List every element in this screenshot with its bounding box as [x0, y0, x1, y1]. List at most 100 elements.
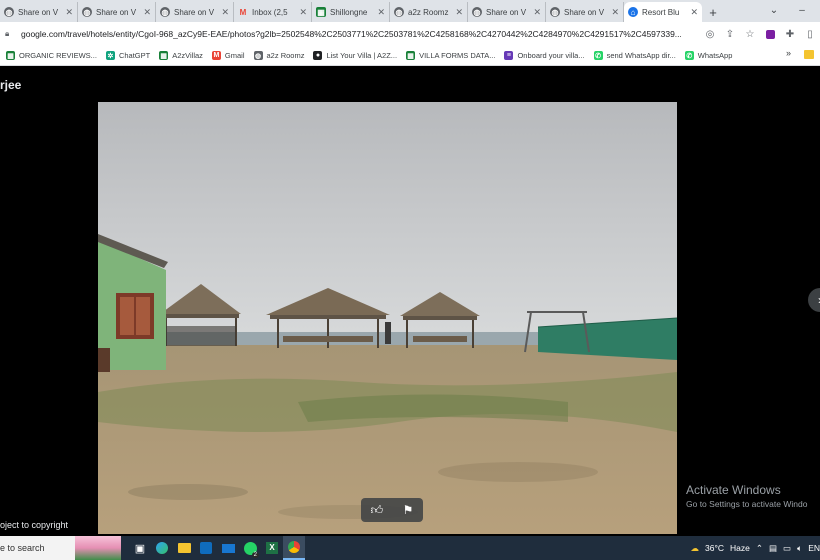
bookmark-item[interactable]: ≡ Onboard your villa... [504, 51, 585, 60]
mail-icon[interactable] [217, 536, 239, 560]
language-indicator[interactable]: EN [808, 543, 820, 553]
store-icon[interactable] [195, 536, 217, 560]
taskbar-search[interactable]: e to search [0, 536, 75, 560]
weather-icon[interactable]: ☁ [691, 543, 700, 554]
close-tab-icon[interactable]: ✕ [65, 7, 73, 18]
sheets-icon: ▦ [6, 51, 15, 60]
weather-temp[interactable]: 36°C [705, 543, 724, 553]
puzzle-icon[interactable]: ✚ [780, 26, 800, 42]
uploader-name: rjee [0, 78, 22, 92]
tab-6[interactable]: ◍ Share on V ✕ [468, 2, 546, 22]
tab-4[interactable]: ▦ Shillongne ✕ [312, 2, 390, 22]
copyright-notice: oject to copyright [0, 520, 69, 530]
tab-title: Shillongne [330, 7, 368, 17]
tab-5[interactable]: ◍ a2z Roomz ✕ [390, 2, 468, 22]
google-lens-icon[interactable]: ◎ [700, 26, 720, 42]
weather-desc[interactable]: Haze [730, 543, 750, 553]
search-highlight-image[interactable] [75, 536, 121, 560]
tab-8[interactable]: ⌂ Resort Blu ✕ [624, 2, 702, 22]
whatsapp-icon: ✆ [684, 51, 694, 60]
extension-icon[interactable] [760, 26, 780, 42]
whatsapp-icon: ✆ [593, 51, 603, 60]
activate-windows-subtitle: Go to Settings to activate Windo [686, 499, 808, 509]
bookmark-label: a2z Roomz [266, 51, 305, 60]
taskbar-search-text: e to search [0, 543, 45, 553]
thumbs-up-icon[interactable]: 👍︎ [371, 503, 384, 518]
bookmark-item[interactable]: ✆ WhatsApp [684, 51, 733, 60]
bookmark-label: send WhatsApp dir... [606, 51, 676, 60]
tab-0[interactable]: ◍ Share on V ✕ [0, 2, 78, 22]
globe-icon: ◍ [160, 7, 170, 17]
bookmark-item[interactable]: M Gmail [211, 51, 245, 60]
tab-search-icon[interactable]: ⌄ [766, 0, 782, 20]
tab-title: a2z Roomz [408, 7, 449, 17]
url-field[interactable]: google.com/travel/hotels/entity/CgoI-968… [21, 29, 681, 39]
globe-icon: ◍ [394, 7, 404, 17]
bookmark-item[interactable]: ▦ VILLA FORMS DATA... [406, 51, 495, 60]
menu-icon[interactable]: ▯ [800, 26, 820, 42]
address-bar-actions: ◎ ⇪ ☆ ✚ ▯ [700, 26, 820, 42]
close-tab-icon[interactable]: ✕ [299, 7, 307, 18]
flag-icon[interactable]: ⚑ [403, 503, 414, 517]
next-photo-button[interactable]: › [808, 288, 820, 312]
tab-2[interactable]: ◍ Share on V ✕ [156, 2, 234, 22]
close-tab-icon[interactable]: ✕ [377, 7, 385, 18]
minimize-icon[interactable]: – [792, 0, 812, 20]
bookmark-label: VILLA FORMS DATA... [419, 51, 496, 60]
bookmark-item[interactable]: ● List Your Villa | A2Z... [313, 51, 397, 60]
globe-icon: ◍ [4, 7, 14, 17]
lock-icon[interactable]: 🔒︎ [5, 29, 17, 39]
close-tab-icon[interactable]: ✕ [690, 7, 698, 18]
sheets-icon: ▦ [316, 7, 326, 17]
network-icon[interactable]: ▤ [769, 543, 777, 554]
sheets-icon: ▦ [159, 51, 169, 60]
bookmark-item[interactable]: ◍ a2z Roomz [253, 51, 305, 60]
tab-title: Inbox (2,5 [252, 7, 288, 17]
bookmark-label: WhatsApp [697, 51, 733, 60]
bookmark-label: List Your Villa | A2Z... [326, 51, 398, 60]
close-tab-icon[interactable]: ✕ [143, 7, 151, 18]
close-tab-icon[interactable]: ✕ [533, 7, 541, 18]
photo-actions: 👍︎ ⚑ [361, 498, 423, 522]
close-tab-icon[interactable]: ✕ [455, 7, 463, 18]
globe-icon: ◍ [550, 7, 560, 17]
bookmark-label: Gmail [224, 51, 245, 60]
excel-icon[interactable]: X [261, 536, 283, 560]
chrome-icon[interactable] [283, 536, 305, 560]
new-tab-button[interactable]: + [702, 2, 724, 22]
bookmark-item[interactable]: ▦ ORGANIC REVIEWS... [6, 51, 97, 60]
bookmark-label: Onboard your villa... [517, 51, 585, 60]
bookmark-item[interactable]: ✲ ChatGPT [105, 51, 151, 60]
bookmarks-overflow-icon[interactable]: » [786, 48, 791, 58]
tab-7[interactable]: ◍ Share on V ✕ [546, 2, 624, 22]
bookmark-label: ChatGPT [118, 51, 151, 60]
task-view-icon[interactable]: ▣ [129, 536, 151, 560]
volume-icon[interactable]: 🔈︎ [797, 543, 802, 554]
globe-icon: ◍ [472, 7, 482, 17]
close-tab-icon[interactable]: ✕ [611, 7, 619, 18]
edge-icon[interactable] [151, 536, 173, 560]
whatsapp-icon[interactable]: 2 [239, 536, 261, 560]
bookmark-item[interactable]: ▦ A2zVillaz [159, 51, 203, 60]
globe-icon: ◍ [82, 7, 92, 17]
tab-title: Share on V [96, 7, 137, 17]
tab-title: Resort Blu [642, 7, 680, 17]
display-icon[interactable]: ▭ [783, 543, 791, 554]
tab-title: Share on V [564, 7, 605, 17]
tab-title: Share on V [18, 7, 59, 17]
bookmark-label: A2zVillaz [172, 51, 203, 60]
chevron-up-icon[interactable]: ⌃ [756, 543, 763, 554]
hotel-photo [98, 102, 677, 534]
bookmarks-bar: ▦ ORGANIC REVIEWS... ✲ ChatGPT ▦ A2zVillaz M Gm… [0, 46, 820, 66]
tab-title: Share on V [174, 7, 215, 17]
share-icon[interactable]: ⇪ [720, 26, 740, 42]
close-tab-icon[interactable]: ✕ [221, 7, 229, 18]
hotel-icon: ⌂ [628, 7, 638, 17]
bookmark-item[interactable]: ✆ send WhatsApp dir... [593, 51, 676, 60]
bookmarks-folder-icon[interactable] [804, 50, 814, 59]
file-explorer-icon[interactable] [173, 536, 195, 560]
tab-3[interactable]: M Inbox (2,5 ✕ [234, 2, 312, 22]
bookmark-star-icon[interactable]: ☆ [740, 26, 760, 42]
tab-1[interactable]: ◍ Share on V ✕ [78, 2, 156, 22]
globe-icon: ◍ [253, 51, 263, 60]
